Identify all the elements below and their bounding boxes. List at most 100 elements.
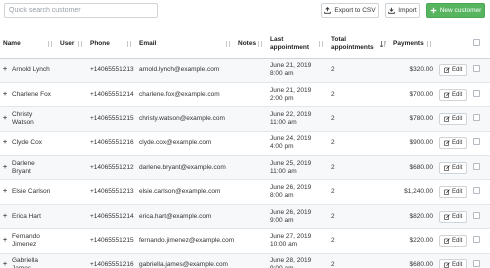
search-input[interactable] [4,3,158,18]
cell-user [57,253,87,268]
cell-actions: Edit [436,228,470,254]
expand-row-icon[interactable]: + [3,213,12,221]
column-header-email[interactable]: Email [136,30,235,59]
new-customer-button[interactable]: New customer [426,3,485,18]
export-icon [324,7,332,14]
import-label: Import [398,7,417,14]
cell-select [470,106,490,132]
table-row[interactable]: + Erica Hart +14065551214 erica.hart@exampl… [0,204,490,230]
cell-notes [235,131,267,157]
column-header-total-appointments[interactable]: Total appointments [328,30,390,59]
edit-label: Edit [452,115,463,122]
cell-actions: Edit [436,204,470,230]
table-row[interactable]: + Elsie Carlson +14065551213 elsie.carlson@… [0,179,490,205]
select-all-checkbox[interactable] [473,39,480,47]
edit-icon [444,262,450,268]
cell-notes [235,179,267,205]
table-row[interactable]: +Gabriella James +14065551216gabriella.ja… [0,253,490,268]
column-header-last-appointment[interactable]: Last appointment [267,30,328,59]
cell-name: + Darlene Bryant [0,155,57,181]
cell-total-appointments: 2 [328,204,390,230]
row-checkbox[interactable] [473,211,480,219]
edit-icon [444,91,450,98]
edit-button[interactable]: Edit [439,161,468,174]
edit-label: Edit [452,213,463,220]
edit-button[interactable]: Edit [439,259,468,268]
cell-actions: Edit [436,82,470,108]
toolbar: Export to CSV Import New customer [0,0,490,28]
cell-select [470,131,490,157]
cell-actions: Edit [436,131,470,157]
cell-last-appointment: June 28, 2019 9:00 am [267,253,328,268]
edit-button[interactable]: Edit [439,186,468,199]
edit-button[interactable]: Edit [439,64,468,77]
customer-name: Elsie Carlson [12,188,51,196]
expand-row-icon[interactable]: + [3,91,12,99]
edit-label: Edit [452,140,463,147]
cell-phone: +14065551213 [87,58,136,83]
column-header-phone[interactable]: Phone [87,30,136,59]
row-checkbox[interactable] [473,65,480,73]
column-header-select[interactable] [470,30,490,59]
row-checkbox[interactable] [473,113,480,121]
table-row[interactable]: + Clyde Cox +14065551216 clyde.cox@example.… [0,131,490,157]
cell-email: clyde.cox@example.com [136,131,235,157]
expand-row-icon[interactable]: + [3,115,12,123]
cell-name: + Clyde Cox [0,131,57,157]
expand-row-icon[interactable]: + [3,261,12,268]
row-checkbox[interactable] [473,89,480,97]
edit-button[interactable]: Edit [439,234,468,247]
cell-email: arnold.lynch@example.com [136,58,235,83]
customer-name: Darlene Bryant [12,159,35,175]
cell-payments: $320.00 [390,58,436,83]
export-csv-button[interactable]: Export to CSV [321,3,379,18]
row-checkbox[interactable] [473,187,480,195]
cell-user [57,204,87,230]
expand-row-icon[interactable]: + [3,164,12,172]
column-header-notes[interactable]: Notes [235,30,267,59]
cell-last-appointment: June 27, 2019 10:00 am [267,228,328,254]
edit-button[interactable]: Edit [439,137,468,150]
cell-payments: $680.00 [390,253,436,268]
cell-payments: $680.00 [390,155,436,181]
cell-name: +Gabriella James [0,253,57,268]
customer-name: Charlene Fox [12,90,52,98]
table-header-row: Name User Phone Email Notes Last appoint… [0,30,490,59]
cell-phone: +14065551214 [87,204,136,230]
table-row[interactable]: + Charlene Fox +14065551214 charlene.fox@ex… [0,82,490,108]
expand-row-icon[interactable]: + [3,188,12,196]
column-header-user[interactable]: User [57,30,87,59]
cell-payments: $780.00 [390,106,436,132]
edit-button[interactable]: Edit [439,88,468,101]
table-row[interactable]: + Christy Watson +14065551215 christy.watso… [0,106,490,132]
customer-name: Clyde Cox [12,139,42,147]
expand-row-icon[interactable]: + [3,237,12,245]
cell-last-appointment: June 21, 2019 8:00 am [267,58,328,83]
row-checkbox[interactable] [473,235,480,243]
table-row[interactable]: + Arnold Lynch +14065551213 arnold.lynch@ex… [0,58,490,83]
import-icon [388,7,396,14]
cell-select [470,253,490,268]
edit-icon [444,67,450,74]
table-row[interactable]: + Fernando Jimenez +14065551215 fernando.ji… [0,228,490,254]
table-row[interactable]: + Darlene Bryant +14065551212 darlene.bryan… [0,155,490,181]
row-checkbox[interactable] [473,138,480,146]
sort-desc-icon [380,40,386,47]
cell-actions: Edit [436,106,470,132]
edit-label: Edit [452,262,463,268]
column-header-payments[interactable]: Payments [390,30,436,59]
edit-icon [444,238,450,244]
cell-phone: +14065551216 [87,131,136,157]
row-checkbox[interactable] [473,162,480,170]
cell-total-appointments: 2 [328,228,390,254]
expand-row-icon[interactable]: + [3,139,12,147]
import-button[interactable]: Import [385,3,420,18]
column-header-name[interactable]: Name [0,30,57,59]
edit-button[interactable]: Edit [439,210,468,223]
cell-name: + Erica Hart [0,204,57,230]
cell-payments: $900.00 [390,131,436,157]
edit-button[interactable]: Edit [439,112,468,125]
expand-row-icon[interactable]: + [3,66,12,74]
cell-select [470,82,490,108]
row-checkbox[interactable] [473,260,480,268]
